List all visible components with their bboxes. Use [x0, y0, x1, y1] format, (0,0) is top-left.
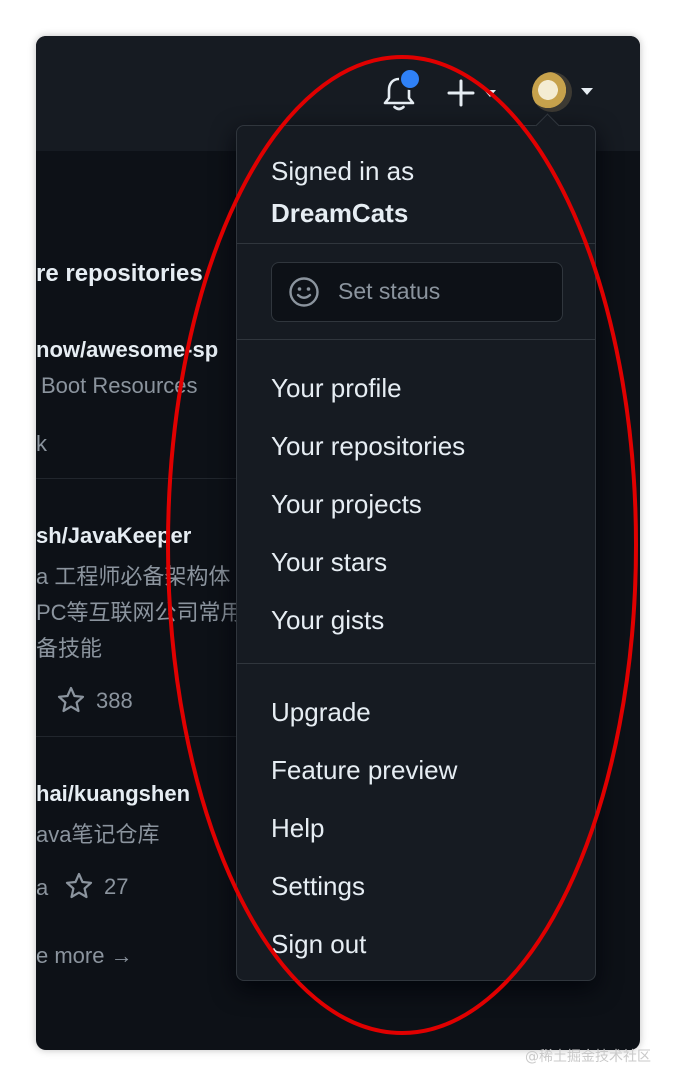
star-count[interactable]: 388	[96, 688, 133, 714]
user-avatar[interactable]	[532, 72, 572, 112]
divider	[237, 243, 595, 244]
repo-link[interactable]: now/awesome-sp	[36, 337, 218, 363]
menu-item-help[interactable]: Help	[271, 813, 324, 844]
menu-item-sign-out[interactable]: Sign out	[271, 929, 366, 960]
username: DreamCats	[271, 198, 409, 228]
set-status-label: Set status	[338, 278, 441, 304]
see-more-link[interactable]: e more →	[36, 943, 133, 969]
repositories-panel: re repositories now/awesome-sp Boot Reso…	[36, 151, 266, 1050]
menu-item-your-projects[interactable]: Your projects	[271, 489, 422, 520]
divider	[237, 663, 595, 664]
smiley-icon	[289, 277, 319, 307]
repo-description: PC等互联网公司常用	[36, 600, 243, 625]
watermark-text: @稀土掘金技术社区	[525, 1049, 651, 1065]
menu-item-your-stars[interactable]: Your stars	[271, 547, 387, 578]
plus-icon[interactable]	[446, 78, 476, 108]
divider	[237, 339, 595, 340]
menu-item-settings[interactable]: Settings	[271, 871, 365, 902]
signed-in-header: Signed in as DreamCats	[271, 150, 414, 234]
repo-link[interactable]: sh/JavaKeeper	[36, 523, 191, 549]
section-heading: re repositories	[36, 260, 203, 287]
notification-indicator	[399, 68, 421, 90]
chevron-down-icon[interactable]	[484, 90, 496, 98]
repo-description: ava笔记仓库	[36, 822, 160, 847]
signed-in-label: Signed in as	[271, 156, 415, 186]
app-window: re repositories now/awesome-sp Boot Reso…	[36, 36, 640, 1050]
repo-meta: k	[36, 431, 47, 456]
star-icon	[65, 872, 93, 899]
repo-description: a 工程师必备架构体	[36, 564, 231, 589]
repo-description: Boot Resources	[41, 373, 198, 398]
repo-meta: a	[36, 875, 49, 900]
menu-item-your-gists[interactable]: Your gists	[271, 605, 384, 636]
menu-item-your-profile[interactable]: Your profile	[271, 373, 402, 404]
set-status-button[interactable]: Set status	[271, 262, 563, 322]
user-dropdown-menu: Signed in as DreamCats Set status Your p…	[236, 113, 596, 981]
repo-link[interactable]: hai/kuangshen	[36, 781, 190, 807]
chevron-down-icon[interactable]	[581, 88, 593, 96]
star-icon	[57, 686, 85, 713]
menu-item-feature-preview[interactable]: Feature preview	[271, 755, 457, 786]
divider	[36, 478, 266, 479]
menu-item-upgrade[interactable]: Upgrade	[271, 697, 371, 728]
menu-item-your-repositories[interactable]: Your repositories	[271, 431, 465, 462]
repo-description: 备技能	[36, 636, 103, 661]
divider	[36, 736, 266, 737]
star-count[interactable]: 27	[104, 874, 128, 900]
